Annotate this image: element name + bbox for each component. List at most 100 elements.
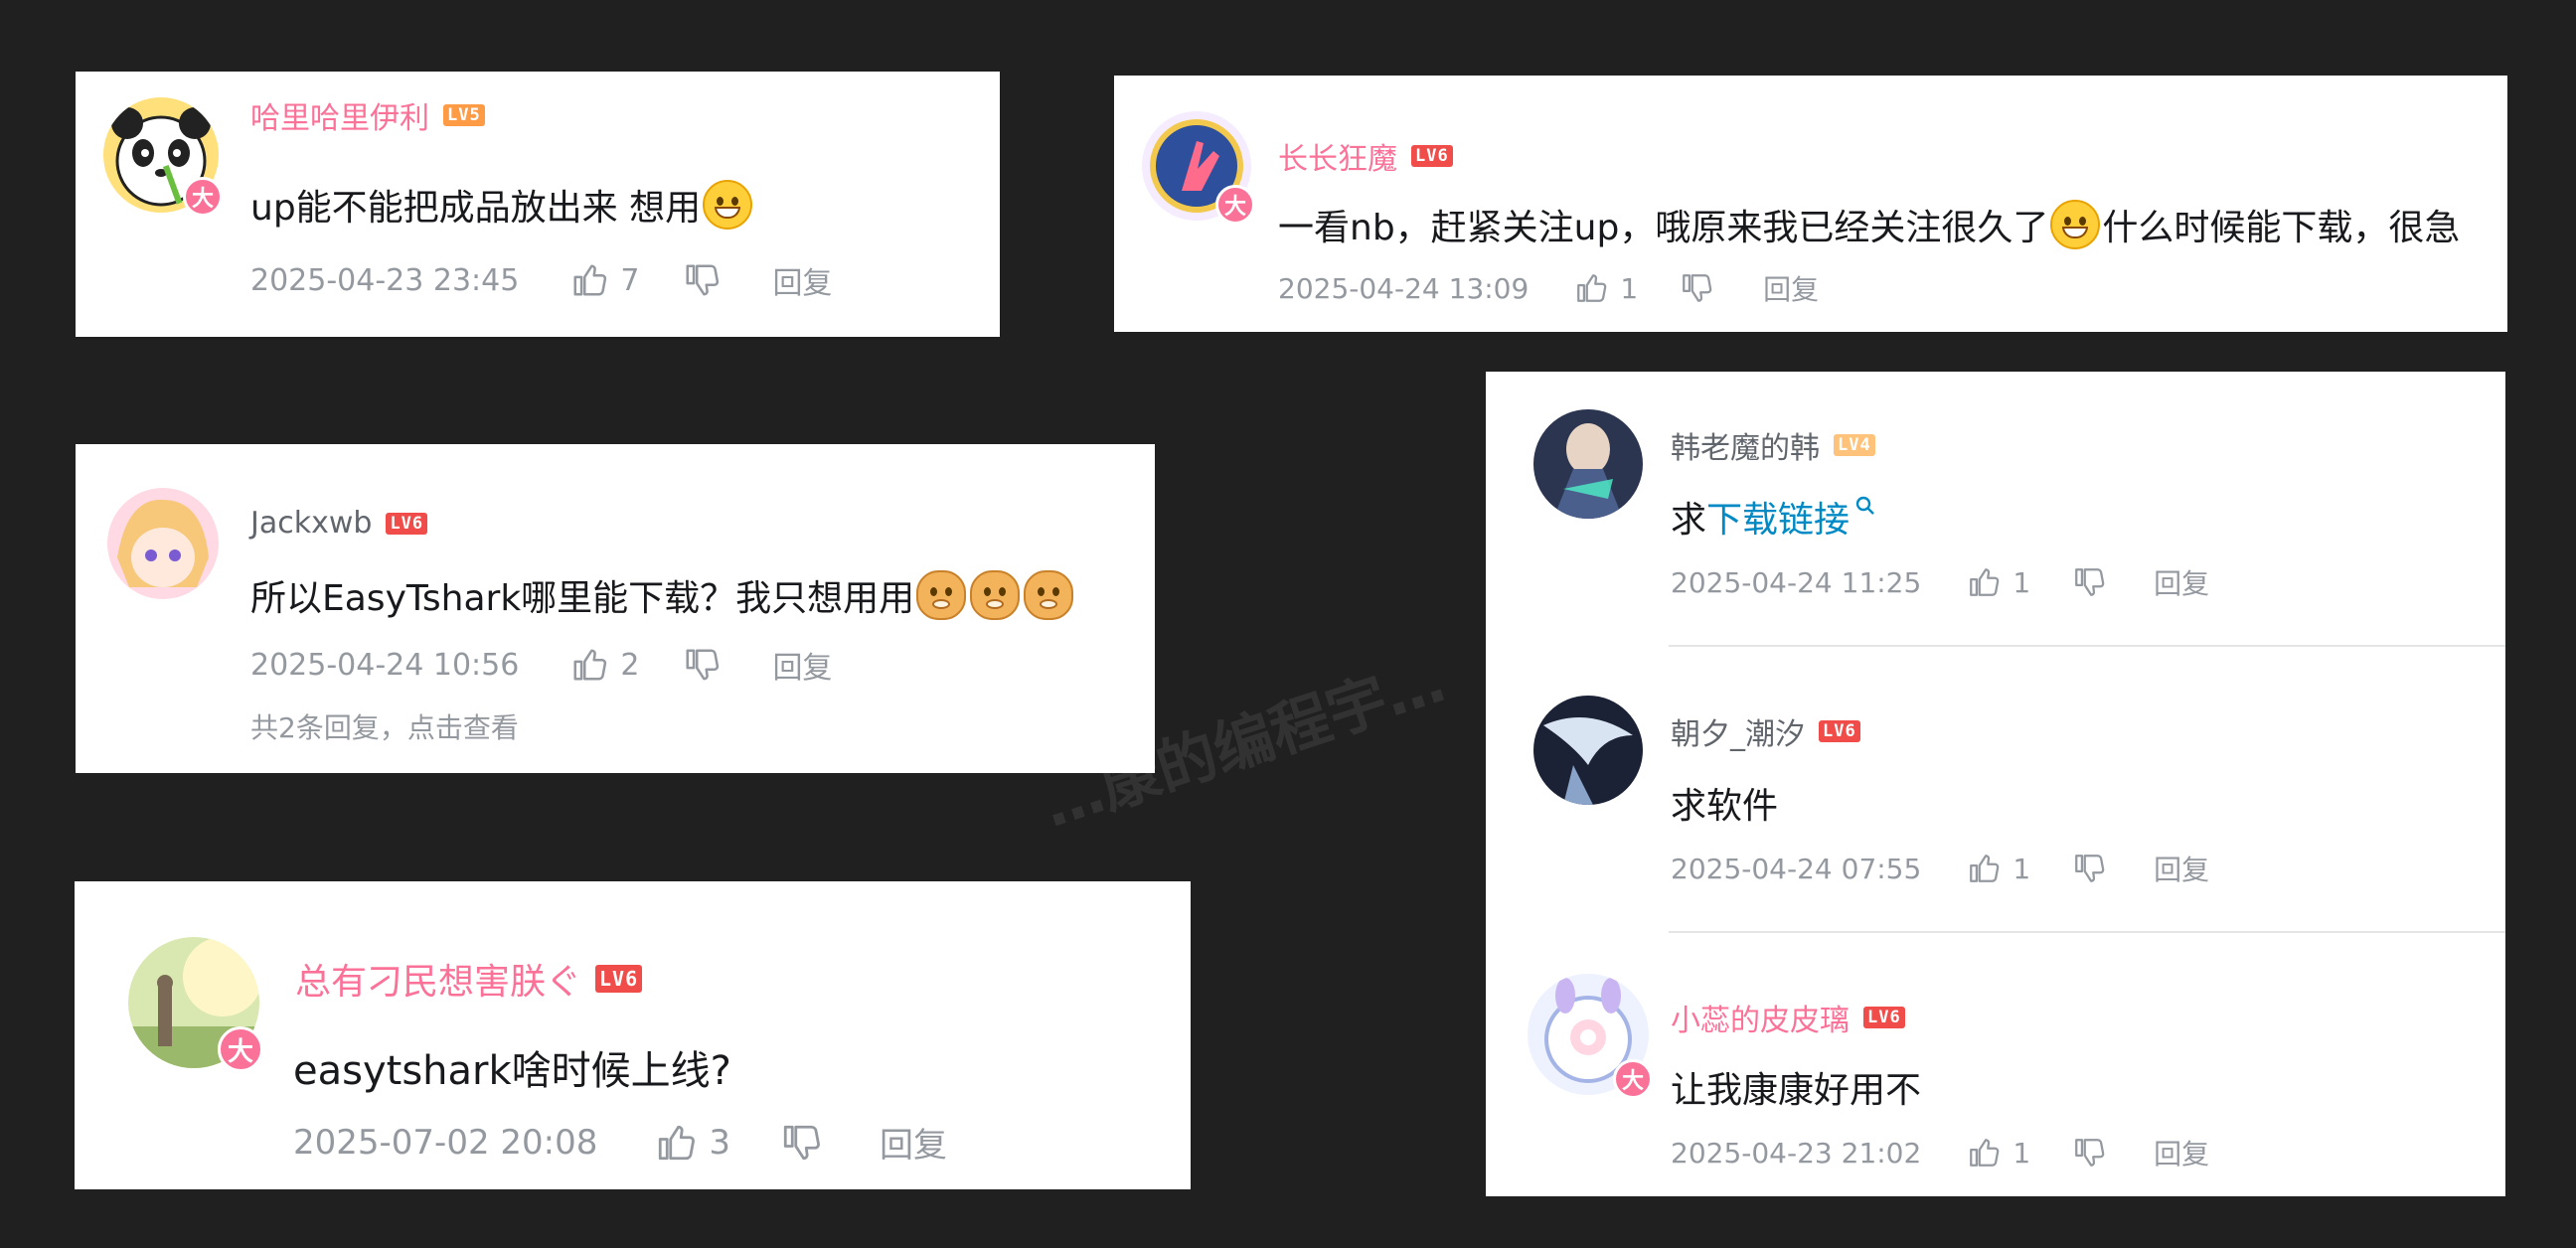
view-replies-link[interactable]: 共2条回复，点击查看 bbox=[250, 706, 519, 746]
avatar[interactable] bbox=[1533, 696, 1643, 805]
reply-button[interactable]: 回复 bbox=[2154, 1133, 2209, 1172]
username-text: 总有刁民想害朕ぐ bbox=[295, 962, 582, 1003]
username[interactable]: 韩老魔的韩 LV4 bbox=[1671, 423, 1875, 467]
timestamp: 2025-04-24 07:55 bbox=[1671, 852, 1922, 885]
download-link[interactable]: 下载链接 bbox=[1706, 491, 1850, 543]
reply-button[interactable]: 回复 bbox=[1763, 268, 1819, 308]
dislike-button[interactable] bbox=[1680, 271, 1713, 305]
reply-button[interactable]: 回复 bbox=[880, 1118, 947, 1167]
warrior-avatar-icon bbox=[1533, 409, 1643, 519]
like-button[interactable]: 1 bbox=[1967, 1136, 2030, 1170]
timestamp: 2025-07-02 20:08 bbox=[293, 1122, 598, 1163]
like-count: 1 bbox=[2012, 565, 2031, 599]
username[interactable]: Jackxwb LV6 bbox=[250, 506, 428, 541]
grin-emoji-icon bbox=[703, 180, 753, 230]
username[interactable]: 长长狂魔 LV6 bbox=[1278, 134, 1453, 178]
reply-button[interactable]: 回复 bbox=[2154, 849, 2209, 888]
like-button[interactable]: 1 bbox=[1574, 271, 1638, 305]
like-button[interactable]: 2 bbox=[570, 646, 639, 684]
comment-meta: 2025-04-24 07:55 1 回复 bbox=[1671, 849, 2209, 888]
reply-button[interactable]: 回复 bbox=[772, 258, 832, 302]
level-badge: LV6 bbox=[595, 965, 643, 993]
thumb-down-icon bbox=[683, 261, 721, 299]
comment-meta: 2025-04-24 13:09 1 回复 bbox=[1278, 268, 1819, 308]
level-badge: LV6 bbox=[1819, 720, 1860, 742]
thumb-up-icon bbox=[655, 1122, 697, 1164]
username[interactable]: 总有刁民想害朕ぐ LV6 bbox=[295, 953, 643, 1005]
reply-button[interactable]: 回复 bbox=[772, 643, 832, 687]
comment-text-body: 求软件 bbox=[1671, 786, 1779, 827]
comment-text: easytshark啥时候上线? bbox=[293, 1038, 731, 1096]
doge-emoji-icon bbox=[916, 570, 967, 620]
comment-text: 求软件 bbox=[1671, 777, 1778, 829]
level-badge: LV6 bbox=[1411, 145, 1453, 167]
comment-text-body: 所以EasyTshark哪里能下载？我只想用用 bbox=[250, 578, 915, 619]
dislike-button[interactable] bbox=[683, 646, 721, 684]
comment-meta: 2025-07-02 20:08 3 回复 bbox=[293, 1118, 947, 1167]
dislike-button[interactable] bbox=[2072, 565, 2106, 599]
timestamp: 2025-04-24 10:56 bbox=[250, 647, 520, 683]
comment-text: 所以EasyTshark哪里能下载？我只想用用 bbox=[250, 569, 1075, 621]
thumb-down-icon bbox=[683, 646, 721, 684]
username-text: 小蕊的皮皮璃 bbox=[1671, 1004, 1850, 1038]
dislike-button[interactable] bbox=[2072, 852, 2106, 885]
laugh-cry-emoji-icon bbox=[2050, 200, 2101, 249]
avatar[interactable] bbox=[107, 488, 219, 599]
like-button[interactable]: 3 bbox=[655, 1122, 730, 1164]
like-count: 1 bbox=[1620, 271, 1639, 305]
username[interactable]: 哈里哈里伊利 LV5 bbox=[250, 93, 485, 137]
comment-meta: 2025-04-24 11:25 1 回复 bbox=[1671, 562, 2209, 602]
like-count: 1 bbox=[2012, 852, 2031, 885]
level-badge: LV6 bbox=[1863, 1007, 1905, 1028]
comment-text-body: 求 bbox=[1671, 500, 1707, 541]
thumb-up-icon bbox=[1967, 1136, 2001, 1170]
level-badge: LV5 bbox=[443, 104, 485, 126]
comment-text-part1: 一看nb，赶紧关注up，哦原来我已经关注很久了 bbox=[1278, 208, 2049, 248]
comment-thread-card: 韩老魔的韩 LV4 求 下载链接 2025-04-24 11:25 1 回复 朝… bbox=[1486, 372, 2505, 1196]
like-count: 3 bbox=[709, 1122, 731, 1163]
username-text: Jackxwb bbox=[250, 506, 373, 541]
dislike-button[interactable] bbox=[780, 1122, 822, 1164]
comment-text-part2: 什么时候能下载，很急 bbox=[2102, 208, 2461, 248]
comment-text-body: up能不能把成品放出来 想用 bbox=[250, 188, 702, 229]
timestamp: 2025-04-24 13:09 bbox=[1278, 271, 1530, 305]
search-icon[interactable] bbox=[1853, 494, 1877, 518]
comment-meta: 2025-04-24 10:56 2 回复 bbox=[250, 643, 832, 687]
comment-text: 求 下载链接 bbox=[1671, 491, 1877, 543]
username[interactable]: 朝夕_潮汐 LV6 bbox=[1671, 709, 1860, 753]
username[interactable]: 小蕊的皮皮璃 LV6 bbox=[1671, 996, 1905, 1039]
avatar[interactable]: 大 bbox=[128, 937, 263, 1072]
like-button[interactable]: 7 bbox=[570, 261, 639, 299]
thumb-down-icon bbox=[2072, 1136, 2106, 1170]
anime-girl-avatar-icon bbox=[107, 488, 219, 599]
username-text: 朝夕_潮汐 bbox=[1671, 717, 1805, 752]
avatar[interactable]: 大 bbox=[1142, 111, 1255, 225]
like-button[interactable]: 1 bbox=[1967, 565, 2030, 599]
vip-badge: 大 bbox=[1613, 1059, 1653, 1099]
like-button[interactable]: 1 bbox=[1967, 852, 2030, 885]
divider bbox=[1669, 931, 2505, 933]
avatar[interactable]: 大 bbox=[103, 97, 223, 217]
dislike-button[interactable] bbox=[2072, 1136, 2106, 1170]
thumb-down-icon bbox=[1680, 271, 1713, 305]
thumb-down-icon bbox=[2072, 852, 2106, 885]
comment-text-body: easytshark啥时候上线? bbox=[293, 1048, 731, 1094]
thumb-down-icon bbox=[2072, 565, 2106, 599]
reply-button[interactable]: 回复 bbox=[2154, 562, 2209, 602]
username-text: 哈里哈里伊利 bbox=[250, 101, 429, 136]
comment-meta: 2025-04-23 23:45 7 回复 bbox=[250, 258, 832, 302]
comment-card: 大 哈里哈里伊利 LV5 up能不能把成品放出来 想用 2025-04-23 2… bbox=[76, 72, 1000, 337]
comment-meta: 2025-04-23 21:02 1 回复 bbox=[1671, 1133, 2209, 1172]
swordsman-avatar-icon bbox=[1533, 696, 1643, 805]
like-count: 7 bbox=[620, 262, 640, 298]
vip-badge: 大 bbox=[183, 177, 223, 217]
thumb-up-icon bbox=[1967, 565, 2001, 599]
avatar[interactable] bbox=[1533, 409, 1643, 519]
comment-card: 大 长长狂魔 LV6 一看nb，赶紧关注up，哦原来我已经关注很久了 什么时候能… bbox=[1114, 76, 2507, 332]
timestamp: 2025-04-24 11:25 bbox=[1671, 565, 1922, 599]
level-badge: LV6 bbox=[386, 512, 428, 535]
timestamp: 2025-04-23 21:02 bbox=[1671, 1136, 1922, 1170]
doge-emoji-icon bbox=[1024, 570, 1074, 620]
avatar[interactable]: 大 bbox=[1528, 974, 1653, 1099]
dislike-button[interactable] bbox=[683, 261, 721, 299]
